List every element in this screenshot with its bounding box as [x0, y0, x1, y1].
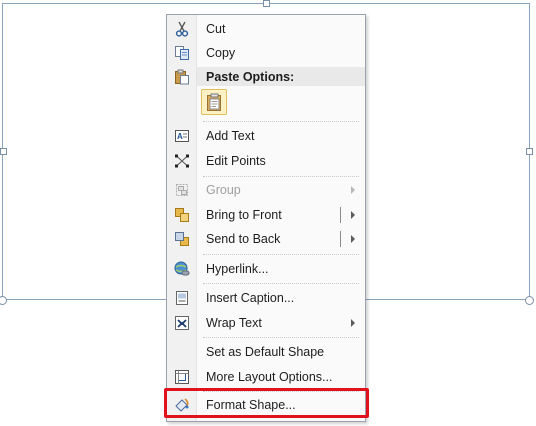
- resize-handle-right-middle[interactable]: [526, 148, 533, 155]
- split-divider: [340, 231, 341, 247]
- menu-item-label: Add Text: [206, 129, 255, 143]
- annotation-highlight-box: [164, 388, 369, 418]
- wrap-text-icon: [175, 316, 189, 330]
- paste-keep-source-formatting-button[interactable]: [201, 89, 227, 115]
- menu-item-edit-points[interactable]: Edit Points: [167, 149, 365, 173]
- paste-options-label: Paste Options:: [206, 70, 295, 84]
- menu-item-hyperlink[interactable]: Hyperlink...: [167, 257, 365, 281]
- menu-item-send-to-back[interactable]: Send to Back: [167, 227, 365, 251]
- menu-item-copy[interactable]: Copy: [167, 41, 365, 65]
- insert-caption-icon: [176, 291, 188, 305]
- menu-item-label: Edit Points: [206, 154, 266, 168]
- add-text-icon: A: [175, 130, 189, 142]
- submenu-arrow-icon: [351, 319, 355, 327]
- context-menu: Cut Copy Paste Options: A Add Text Edit …: [166, 14, 366, 422]
- menu-item-label: More Layout Options...: [206, 370, 333, 384]
- menu-item-label: Insert Caption...: [206, 291, 295, 305]
- copy-icon: [175, 46, 189, 60]
- scissors-icon: [175, 21, 189, 37]
- menu-item-group[interactable]: Group: [167, 178, 365, 202]
- send-to-back-icon: [175, 232, 189, 246]
- menu-separator: [203, 121, 359, 122]
- menu-item-wrap-text[interactable]: Wrap Text: [167, 311, 365, 335]
- menu-item-label: Send to Back: [206, 232, 281, 246]
- menu-item-label: Wrap Text: [206, 316, 262, 330]
- paste-icon: [175, 69, 189, 85]
- menu-item-bring-to-front[interactable]: Bring to Front: [167, 203, 365, 227]
- menu-item-more-layout-options[interactable]: More Layout Options...: [167, 365, 365, 389]
- menu-item-label: Set as Default Shape: [206, 345, 325, 359]
- menu-separator: [203, 283, 359, 284]
- menu-item-label: Cut: [206, 22, 226, 36]
- menu-item-label: Group: [206, 183, 241, 197]
- edit-points-icon: [175, 154, 189, 168]
- resize-handle-left-middle[interactable]: [0, 148, 7, 155]
- split-divider: [340, 207, 341, 223]
- resize-handle-top-center[interactable]: [263, 0, 270, 7]
- layout-options-icon: [175, 370, 189, 384]
- resize-handle-bottom-left[interactable]: [0, 296, 7, 305]
- submenu-arrow-icon[interactable]: [351, 235, 355, 243]
- menu-item-cut[interactable]: Cut: [167, 17, 365, 41]
- menu-item-label: Copy: [206, 46, 236, 60]
- keep-source-formatting-icon: [207, 93, 221, 111]
- menu-item-label: Hyperlink...: [206, 262, 269, 276]
- bring-to-front-icon: [175, 208, 189, 222]
- menu-item-label: Bring to Front: [206, 208, 282, 222]
- menu-item-set-default-shape[interactable]: Set as Default Shape: [167, 340, 365, 364]
- hyperlink-icon: [174, 261, 190, 276]
- svg-text:A: A: [177, 132, 183, 141]
- menu-item-add-text[interactable]: A Add Text: [167, 124, 365, 148]
- group-icon: [176, 184, 188, 196]
- submenu-arrow-icon[interactable]: [351, 211, 355, 219]
- menu-item-insert-caption[interactable]: Insert Caption...: [167, 286, 365, 310]
- menu-separator: [203, 337, 359, 338]
- resize-handle-bottom-right[interactable]: [525, 296, 534, 305]
- paste-options-header: Paste Options:: [197, 67, 365, 86]
- menu-separator: [203, 176, 359, 177]
- submenu-arrow-icon: [351, 186, 355, 194]
- menu-separator: [203, 254, 359, 255]
